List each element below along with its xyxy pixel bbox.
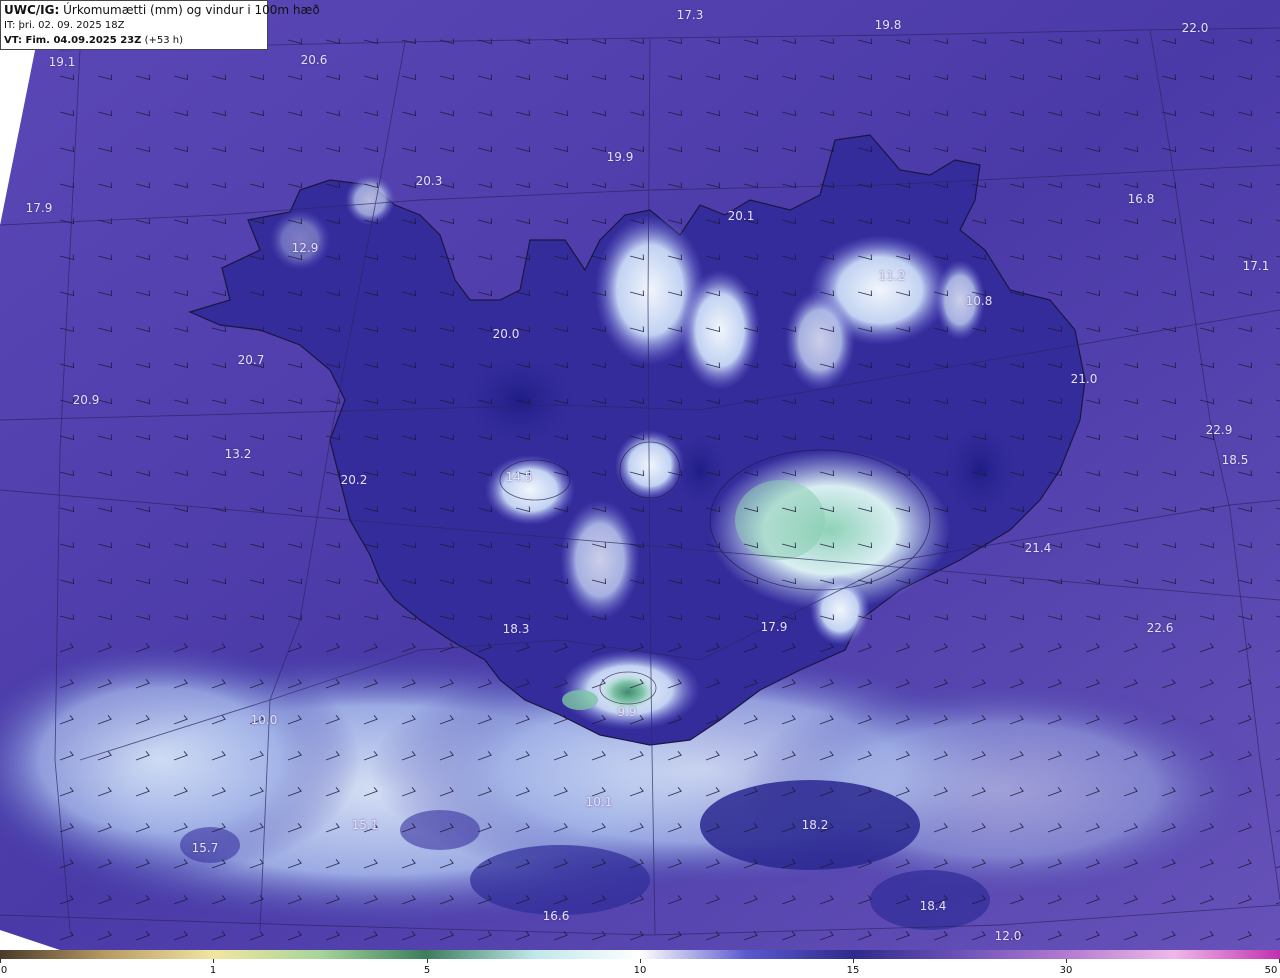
map-value: 19.8: [874, 18, 902, 32]
map-value: 20.1: [727, 209, 755, 223]
map-value: 18.2: [801, 818, 829, 832]
map-value: 14.5: [505, 470, 533, 484]
valid-time: VT: Fim. 04.09.2025 23Z (+53 h): [4, 35, 183, 46]
map-title: UWC/IG: Úrkomumætti (mm) og vindur i 100…: [4, 3, 320, 17]
map-value: 19.9: [606, 150, 634, 164]
map-value: 22.9: [1205, 423, 1233, 437]
map-value: 9.9: [617, 705, 637, 719]
map-value: 20.7: [237, 353, 265, 367]
colorbar-tick: 15: [846, 965, 860, 976]
map-canvas: [0, 0, 1280, 950]
map-value: 20.0: [492, 327, 520, 341]
colorbar-tick: 50: [1264, 965, 1278, 976]
map-value: 15.1: [351, 818, 379, 832]
map-value: 20.2: [340, 473, 368, 487]
map-value: 21.0: [1070, 372, 1098, 386]
map-value: 21.4: [1024, 541, 1052, 555]
map-value: 17.9: [25, 201, 53, 215]
map-value: 17.3: [676, 8, 704, 22]
colorbar-tick: 1: [209, 965, 217, 976]
map-value: 20.3: [415, 174, 443, 188]
map-value: 17.9: [760, 620, 788, 634]
map-value: 12.9: [291, 241, 319, 255]
map-value: 18.4: [919, 899, 947, 913]
colorbar-tick: 10: [633, 965, 647, 976]
map-header: UWC/IG: Úrkomumætti (mm) og vindur i 100…: [0, 0, 320, 50]
map-value: 15.7: [191, 841, 219, 855]
map-value: 11.2: [878, 269, 906, 283]
map-value: 22.0: [1181, 21, 1209, 35]
map-value: 10.8: [965, 294, 993, 308]
map-value: 22.6: [1146, 621, 1174, 635]
map-value: 12.0: [994, 929, 1022, 943]
map-value: 20.6: [300, 53, 328, 67]
map-value: 19.1: [48, 55, 76, 69]
colorbar: 0 1 5 10 15 30 50: [0, 950, 1280, 978]
precipitation-wind-map: [0, 0, 1280, 950]
map-value: 16.6: [542, 909, 570, 923]
map-value: 18.3: [502, 622, 530, 636]
map-value: 18.5: [1221, 453, 1249, 467]
map-value: 16.8: [1127, 192, 1155, 206]
map-value: 17.1: [1242, 259, 1270, 273]
colorbar-gradient: [0, 950, 1280, 959]
init-time: IT: þri. 02. 09. 2025 18Z: [4, 20, 125, 31]
map-value: 10.1: [585, 795, 613, 809]
colorbar-tick: 5: [423, 965, 431, 976]
map-value: 10.0: [250, 713, 278, 727]
map-value: 13.2: [224, 447, 252, 461]
map-value: 20.9: [72, 393, 100, 407]
map-figure: UWC/IG: Úrkomumætti (mm) og vindur i 100…: [0, 0, 1280, 978]
colorbar-tick: 30: [1059, 965, 1073, 976]
colorbar-tick: 0: [0, 965, 8, 976]
